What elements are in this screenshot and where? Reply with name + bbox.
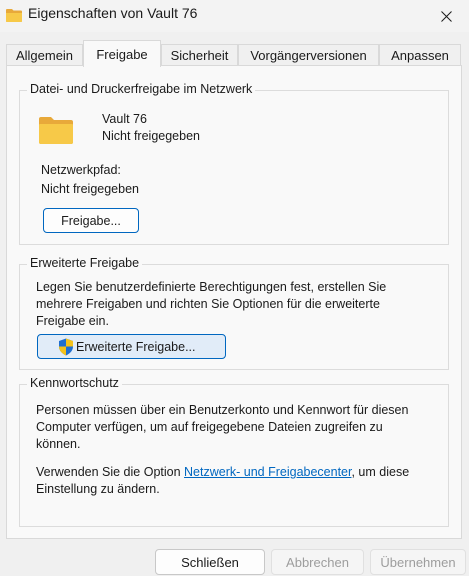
network-sharing-title: Datei- und Druckerfreigabe im Netzwerk (27, 82, 256, 96)
password-option-line-2: Einstellung zu ändern. (36, 482, 160, 496)
window-title: Eigenschaften von Vault 76 (28, 5, 198, 21)
tab-vorgaengerversionen[interactable]: Vorgängerversionen (238, 44, 379, 65)
network-sharing-center-link[interactable]: Netzwerk- und Freigabecenter (184, 465, 351, 479)
tab-freigabe[interactable]: Freigabe (83, 40, 161, 67)
tab-anpassen[interactable]: Anpassen (379, 44, 461, 65)
close-icon (440, 10, 452, 22)
tab-sicherheit[interactable]: Sicherheit (161, 44, 238, 65)
advanced-sharing-group: Erweiterte Freigabe Legen Sie benutzerde… (19, 256, 449, 370)
password-desc-1: Personen müssen über ein Benutzerkonto u… (36, 403, 409, 417)
uac-shield-icon (59, 338, 73, 355)
folder-share-status: Nicht freigegeben (102, 129, 200, 143)
password-option-line: Verwenden Sie die Option Netzwerk- und F… (36, 465, 410, 479)
password-protection-title: Kennwortschutz (27, 376, 122, 390)
folder-name: Vault 76 (102, 112, 147, 126)
advanced-sharing-button[interactable]: Erweiterte Freigabe... (37, 334, 226, 359)
advanced-sharing-title: Erweiterte Freigabe (27, 256, 143, 270)
tab-panel-freigabe: Datei- und Druckerfreigabe im Netzwerk V… (6, 65, 462, 539)
title-bar: Eigenschaften von Vault 76 (0, 0, 469, 32)
advanced-sharing-desc-1: Legen Sie benutzerdefinierte Berechtigun… (36, 280, 387, 294)
password-desc-3: können. (36, 437, 81, 451)
close-dialog-button[interactable]: Schließen (155, 549, 265, 575)
folder-icon (6, 9, 22, 22)
advanced-sharing-desc-3: Freigabe ein. (36, 314, 109, 328)
tab-allgemein[interactable]: Allgemein (6, 44, 83, 65)
share-button[interactable]: Freigabe... (43, 208, 139, 233)
network-path-value: Nicht freigegeben (41, 182, 139, 196)
password-protection-group: Kennwortschutz Personen müssen über ein … (19, 376, 449, 527)
apply-button[interactable]: Übernehmen (370, 549, 466, 575)
network-sharing-group: Datei- und Druckerfreigabe im Netzwerk V… (19, 82, 449, 245)
close-button[interactable] (423, 0, 469, 32)
cancel-button[interactable]: Abbrechen (271, 549, 364, 575)
password-desc-2: Computer verfügen, um auf freigegebene D… (36, 420, 383, 434)
folder-icon (39, 117, 73, 144)
advanced-sharing-desc-2: mehrere Freigaben und richten Sie Option… (36, 297, 380, 311)
network-path-label: Netzwerkpfad: (41, 163, 121, 177)
